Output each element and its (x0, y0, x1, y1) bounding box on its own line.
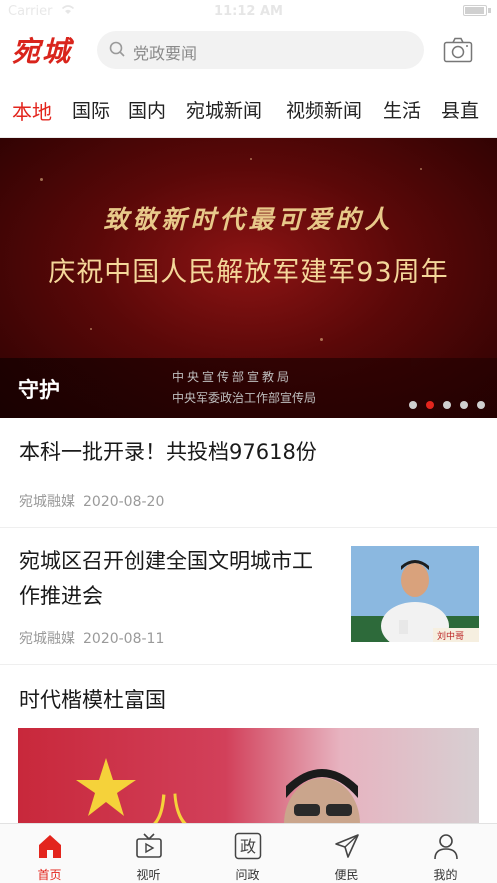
tv-icon (136, 833, 162, 858)
news-meta: 宛城融媒 2020-08-20 (19, 491, 164, 511)
tabbar-profile[interactable]: 我的 (396, 824, 495, 883)
search-icon (109, 41, 125, 57)
app-screen: Carrier 11:12 AM 宛城 党政要闻 本地 国际 国内 宛城新闻 视… (0, 0, 497, 883)
search-input[interactable]: 党政要闻 (97, 31, 424, 69)
battery-icon (463, 5, 487, 16)
news-title: 时代楷模杜富国 (19, 688, 166, 712)
tabbar-video[interactable]: 视听 (99, 824, 198, 883)
carousel-dot-active[interactable] (426, 401, 434, 409)
battery-tip (488, 8, 491, 13)
zheng-glyph: 政 (240, 837, 256, 856)
tabbar-label: 问政 (235, 868, 260, 882)
tab-domestic[interactable]: 国内 (128, 96, 166, 123)
tabbar-home[interactable]: 首页 (0, 824, 99, 883)
send-icon (335, 834, 359, 858)
zheng-icon: 政 (234, 832, 262, 860)
camera-icon[interactable] (443, 37, 473, 63)
tab-video-news[interactable]: 视频新闻 (286, 96, 362, 123)
news-title: 宛城区召开创建全国文明城市工 作推进会 (19, 544, 313, 614)
tab-local[interactable]: 本地 (12, 96, 52, 125)
banner-caption-bar: 守护 中央宣传部宣教局 中央军委政治工作部宣传局 (0, 358, 497, 418)
home-icon (39, 835, 61, 858)
tabbar-label: 视听 (136, 868, 161, 882)
carousel-dots (400, 394, 485, 409)
banner-carousel[interactable]: 致敬新时代最可爱的人 庆祝中国人民解放军建军93周年 守护 中央宣传部宣教局 中… (0, 138, 497, 418)
carousel-dot[interactable] (443, 401, 451, 409)
banner-sparkle (320, 338, 323, 341)
tabbar-label: 便民 (334, 868, 359, 882)
thumbnail-nameplate: 刘中哥 (437, 630, 464, 642)
tabbar-services[interactable]: 便民 (297, 824, 396, 883)
top-header: 宛城 党政要闻 (0, 24, 497, 76)
news-item[interactable]: 本科一批开录！共投档97618份 宛城融媒 2020-08-20 (0, 418, 497, 528)
user-icon (434, 834, 458, 860)
banner-sparkle (40, 178, 43, 181)
banner-caption-title: 守护 (18, 378, 60, 402)
banner-caption-org: 中央军委政治工作部宣传局 (172, 391, 317, 405)
banner-headline: 庆祝中国人民解放军建军93周年 (48, 257, 449, 288)
news-title-line: 宛城区召开创建全国文明城市工 (19, 549, 313, 573)
bottom-tab-bar: 首页 视听 政 问政 便民 我的 (0, 823, 497, 883)
news-date: 2020-08-11 (83, 631, 165, 647)
carousel-dot[interactable] (477, 401, 485, 409)
news-date: 2020-08-20 (83, 494, 165, 510)
feature-photo: 八 (76, 758, 360, 826)
tab-county[interactable]: 县直 (441, 96, 479, 123)
news-thumbnail[interactable]: 刘中哥 (351, 546, 479, 642)
status-time: 11:12 AM (214, 4, 283, 19)
banner-caption-org: 中央宣传部宣教局 (172, 370, 293, 384)
app-logo[interactable]: 宛城 (12, 30, 72, 70)
carousel-dot[interactable] (460, 401, 468, 409)
tab-life[interactable]: 生活 (383, 96, 421, 123)
thumbnail-photo: 刘中哥 (351, 546, 479, 642)
tab-wancheng-news[interactable]: 宛城新闻 (186, 96, 262, 123)
status-bar: Carrier 11:12 AM (0, 0, 497, 24)
banner-sparkle (90, 328, 92, 330)
news-title-line: 作推进会 (19, 584, 103, 608)
svg-text:八: 八 (150, 788, 190, 826)
news-meta: 宛城融媒 2020-08-11 (19, 628, 164, 648)
banner-headline-calligraphy: 致敬新时代最可爱的人 (103, 205, 394, 234)
news-item[interactable]: 宛城区召开创建全国文明城市工 作推进会 宛城融媒 2020-08-11 刘中哥 (0, 528, 497, 665)
carousel-dot[interactable] (409, 401, 417, 409)
tabbar-label: 我的 (433, 868, 458, 882)
news-source: 宛城融媒 (19, 494, 75, 510)
banner-sparkle (420, 168, 422, 170)
tabbar-label: 首页 (37, 868, 62, 882)
news-feature-image[interactable]: 八 (18, 728, 479, 826)
search-placeholder: 党政要闻 (133, 44, 198, 63)
news-title: 本科一批开录！共投档97618份 (19, 440, 317, 464)
news-source: 宛城融媒 (19, 631, 75, 647)
tabbar-inquiry[interactable]: 政 问政 (198, 824, 297, 883)
category-tabs: 本地 国际 国内 宛城新闻 视频新闻 生活 县直 (0, 78, 497, 138)
tab-international[interactable]: 国际 (72, 96, 110, 123)
banner-sparkle (250, 158, 252, 160)
